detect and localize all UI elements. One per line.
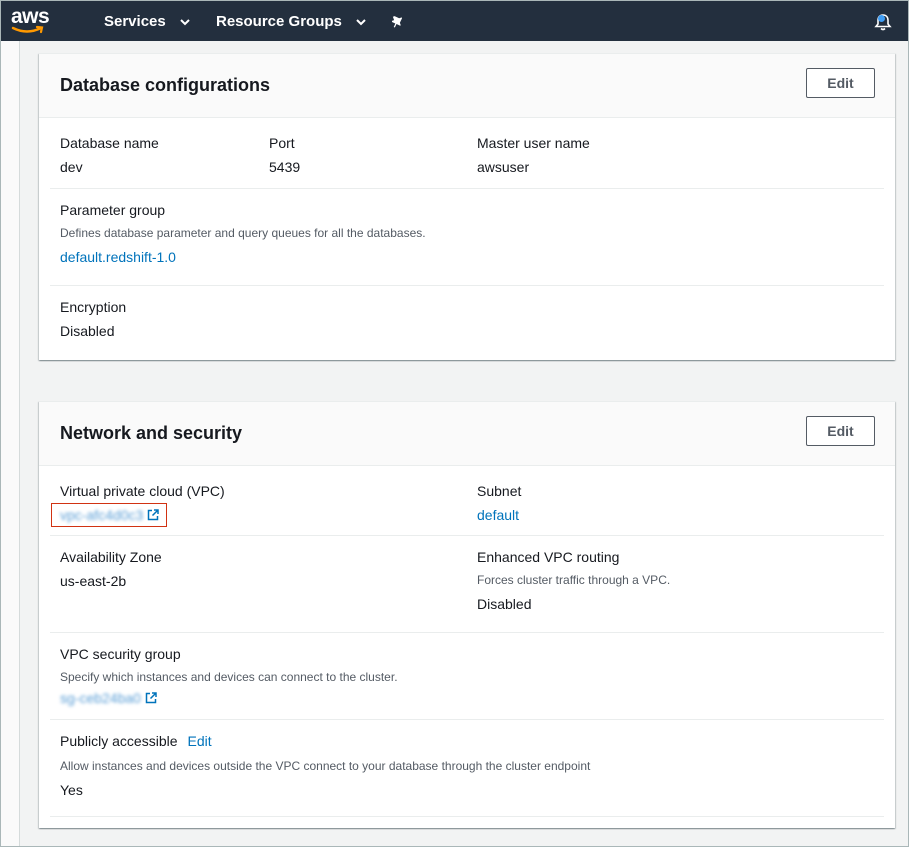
publicly-accessible-value: Yes [60, 782, 83, 798]
az-routing-row: Availability Zone us-east-2b Enhanced VP… [50, 536, 884, 633]
port-field: Port 5439 [269, 135, 300, 175]
vpc-security-group-field: VPC security group Specify which instanc… [60, 646, 398, 709]
parameter-group-field: Parameter group Defines database paramet… [60, 202, 426, 265]
vpc-security-group-label: VPC security group [60, 646, 181, 662]
publicly-accessible-edit-link[interactable]: Edit [188, 733, 212, 749]
scroll-rail [1, 41, 20, 846]
parameter-group-row: Parameter group Defines database paramet… [50, 189, 884, 286]
enhanced-vpc-routing-field: Enhanced VPC routing Forces cluster traf… [477, 549, 670, 612]
network-panel-header: Network and security Edit [39, 402, 895, 466]
parameter-group-link[interactable]: default.redshift-1.0 [60, 249, 426, 265]
subnet-field: Subnet default [477, 483, 521, 523]
aws-logo[interactable]: aws [11, 5, 51, 37]
availability-zone-label: Availability Zone [60, 549, 162, 565]
external-link-icon[interactable] [145, 691, 157, 709]
vpc-highlight-box [51, 503, 167, 527]
encryption-value: Disabled [60, 323, 115, 339]
panel-title: Network and security [60, 423, 243, 443]
encryption-label: Encryption [60, 299, 127, 315]
master-user-field: Master user name awsuser [477, 135, 590, 175]
master-user-label: Master user name [477, 135, 590, 151]
availability-zone-value: us-east-2b [60, 573, 127, 589]
subnet-link[interactable]: default [477, 507, 521, 523]
security-group-link-wrapper: sg-ceb24ba0 [60, 690, 398, 709]
publicly-accessible-row: Publicly accessible Edit Allow instances … [50, 720, 884, 817]
security-group-row: VPC security group Specify which instanc… [50, 633, 884, 720]
chevron-down-icon [356, 1, 366, 43]
network-security-panel: Network and security Edit Virtual privat… [39, 401, 895, 828]
publicly-accessible-header: Publicly accessible Edit [60, 733, 590, 751]
aws-smile-icon [11, 25, 44, 34]
database-configurations-panel: Database configurations Edit Database na… [39, 53, 895, 360]
browser-frame: aws Services Resource Groups Database co… [0, 0, 909, 847]
security-group-link[interactable]: sg-ceb24ba0 [60, 690, 141, 706]
top-navigation-bar: aws Services Resource Groups [1, 1, 908, 41]
notification-dot [878, 15, 885, 22]
panel-title: Database configurations [60, 75, 271, 95]
vpc-subnet-row: Virtual private cloud (VPC) vpc-afc4d0c3… [50, 466, 884, 536]
resource-groups-label: Resource Groups [216, 13, 342, 30]
network-edit-button[interactable]: Edit [806, 416, 875, 446]
database-edit-button[interactable]: Edit [806, 68, 875, 98]
vpc-label: Virtual private cloud (VPC) [60, 483, 225, 499]
port-value: 5439 [269, 159, 301, 175]
database-name-field: Database name dev [60, 135, 159, 175]
database-basics-row: Database name dev Port 5439 Master user … [50, 118, 884, 189]
publicly-accessible-description: Allow instances and devices outside the … [60, 759, 591, 773]
encryption-field: Encryption Disabled [60, 299, 126, 339]
parameter-group-description: Defines database parameter and query que… [60, 226, 426, 240]
enhanced-vpc-routing-description: Forces cluster traffic through a VPC. [477, 573, 671, 587]
parameter-group-label: Parameter group [60, 202, 166, 218]
master-user-value: awsuser [477, 159, 530, 175]
encryption-row: Encryption Disabled [50, 286, 884, 359]
database-panel-header: Database configurations Edit [39, 54, 895, 118]
publicly-accessible-field: Publicly accessible Edit Allow instances … [60, 733, 590, 798]
port-label: Port [269, 135, 295, 151]
availability-zone-field: Availability Zone us-east-2b [60, 549, 162, 589]
resource-groups-menu[interactable]: Resource Groups [216, 1, 366, 41]
subnet-label: Subnet [477, 483, 522, 499]
enhanced-vpc-routing-label: Enhanced VPC routing [477, 549, 620, 565]
services-menu[interactable]: Services [104, 1, 190, 41]
vpc-security-group-description: Specify which instances and devices can … [60, 670, 398, 684]
pin-icon[interactable] [391, 14, 406, 33]
publicly-accessible-label: Publicly accessible [60, 733, 178, 749]
database-name-value: dev [60, 159, 83, 175]
chevron-down-icon [180, 1, 190, 43]
database-name-label: Database name [60, 135, 159, 151]
enhanced-vpc-routing-value: Disabled [477, 596, 532, 612]
services-label: Services [104, 13, 166, 30]
